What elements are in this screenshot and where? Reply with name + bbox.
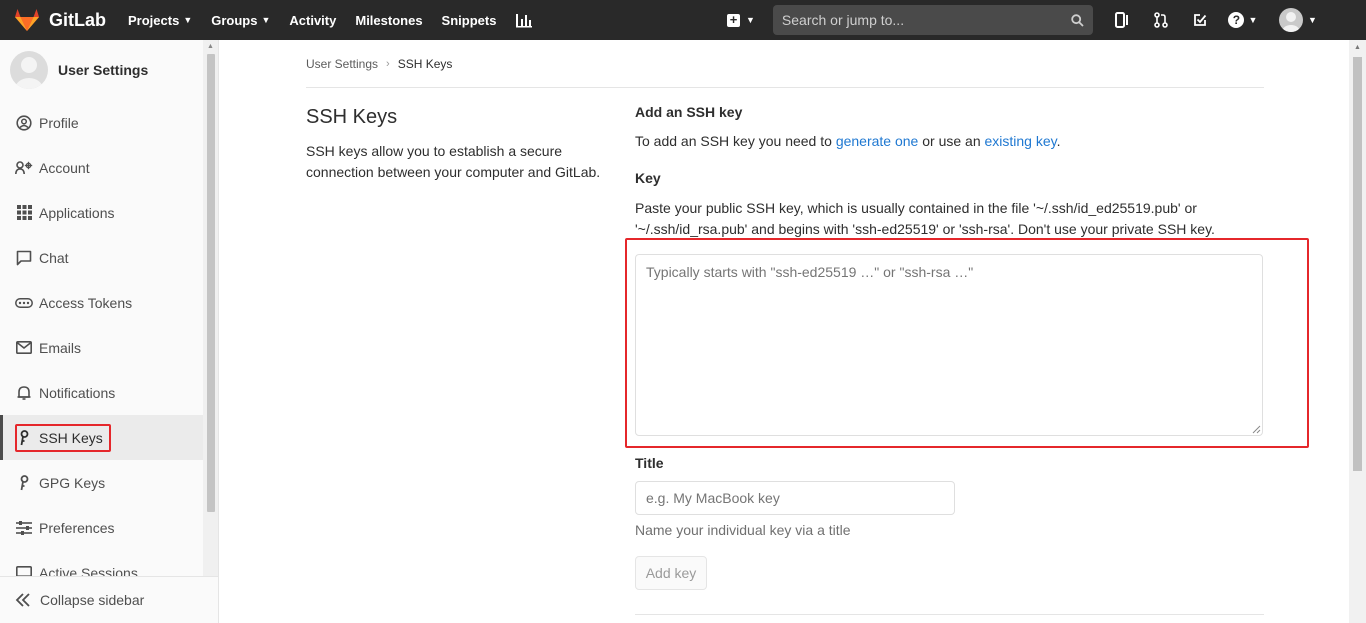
sidebar-item-account[interactable]: Account <box>0 145 204 190</box>
avatar <box>1278 8 1303 32</box>
gitlab-tanuki-icon <box>15 9 39 31</box>
settings-sidebar: User Settings Profile Account Applicatio… <box>0 40 219 623</box>
app-name: GitLab <box>49 9 106 30</box>
double-chevron-left-icon <box>15 593 31 607</box>
emails-icon <box>15 339 33 357</box>
key-help-text: Paste your public SSH key, which is usua… <box>635 200 1215 237</box>
title-input[interactable] <box>635 481 955 515</box>
chevron-down-icon: ▼ <box>1248 15 1258 25</box>
highlight-box <box>15 424 111 452</box>
new-dropdown-button[interactable]: + ▼ <box>727 13 755 27</box>
active-indicator <box>0 415 3 460</box>
avatar <box>10 51 48 89</box>
add-key-button[interactable]: Add key <box>635 556 707 590</box>
sidebar-item-label: Applications <box>39 204 115 221</box>
intro-text: To add an SSH key you need to <box>635 133 836 149</box>
gitlab-logo[interactable]: GitLab <box>14 8 106 32</box>
notifications-icon <box>15 384 33 402</box>
sidebar-scroll-thumb[interactable] <box>207 54 215 512</box>
help-dropdown[interactable]: ? ▼ <box>1228 9 1258 31</box>
nav-snippets-label: Snippets <box>441 12 497 28</box>
analytics-chart-icon[interactable] <box>515 12 533 28</box>
plus-icon: + <box>727 13 740 27</box>
sidebar-item-label: Chat <box>39 249 69 266</box>
sidebar-header[interactable]: User Settings <box>10 51 148 89</box>
nav-activity[interactable]: Activity <box>289 13 336 28</box>
sidebar-title: User Settings <box>58 62 149 78</box>
chevron-down-icon: ▼ <box>1307 15 1317 25</box>
collapse-sidebar-button[interactable]: Collapse sidebar <box>0 576 218 623</box>
title-hint: Name your individual key via a title <box>635 522 851 538</box>
sidebar-item-label: Account <box>39 159 90 176</box>
scroll-up-arrow-icon[interactable]: ▲ <box>207 43 214 50</box>
page-description: SSH keys allow you to establish a secure… <box>306 143 601 180</box>
intro-text: . <box>1056 133 1061 149</box>
applications-icon <box>15 204 33 222</box>
sidebar-item-gpg-keys[interactable]: GPG Keys <box>0 460 204 505</box>
help-icon: ? <box>1228 12 1245 28</box>
sidebar-item-label: Access Tokens <box>39 294 133 311</box>
sidebar-item-applications[interactable]: Applications <box>0 190 204 235</box>
highlight-box <box>625 238 1309 448</box>
divider <box>635 614 1264 615</box>
sidebar-item-notifications[interactable]: Notifications <box>0 370 204 415</box>
sidebar-item-label: Preferences <box>39 519 115 536</box>
sidebar-item-label: Profile <box>39 114 79 131</box>
page-scrollbar[interactable]: ▲ <box>1349 40 1366 623</box>
intro-text: or use an <box>918 133 985 149</box>
chevron-down-icon: ▼ <box>261 15 271 25</box>
nav-projects[interactable]: Projects ▼ <box>128 13 192 28</box>
todo-icon[interactable] <box>1189 9 1211 31</box>
sidebar-item-emails[interactable]: Emails <box>0 325 204 370</box>
section-title: Add an SSH key <box>635 104 743 120</box>
search-placeholder: Search or jump to... <box>781 12 905 28</box>
generate-one-link[interactable]: generate one <box>836 133 919 149</box>
access-tokens-icon <box>15 294 33 312</box>
title-label: Title <box>635 455 664 471</box>
merge-request-icon[interactable] <box>1150 9 1172 31</box>
chevron-down-icon: ▼ <box>183 15 193 25</box>
profile-icon <box>15 114 33 132</box>
search-icon <box>1071 13 1084 27</box>
nav-groups[interactable]: Groups ▼ <box>211 13 270 28</box>
preferences-icon <box>15 519 33 537</box>
chevron-right-icon: › <box>386 58 390 70</box>
nav-milestones[interactable]: Milestones <box>355 13 422 28</box>
sidebar-item-profile[interactable]: Profile <box>0 100 204 145</box>
page-title: SSH Keys <box>306 106 398 128</box>
sidebar-scrollbar[interactable]: ▲ <box>203 40 218 576</box>
sidebar-item-access-tokens[interactable]: Access Tokens <box>0 280 204 325</box>
chat-icon <box>15 249 33 267</box>
account-icon <box>15 159 33 177</box>
key-label: Key <box>635 170 661 186</box>
key-icon <box>15 474 33 492</box>
nav-activity-label: Activity <box>289 12 337 28</box>
issues-icon[interactable] <box>1111 9 1133 31</box>
sidebar-item-label: Emails <box>39 339 82 356</box>
sidebar-item-chat[interactable]: Chat <box>0 235 204 280</box>
chevron-down-icon: ▼ <box>746 15 755 25</box>
search-input[interactable]: Search or jump to... <box>772 5 1093 35</box>
breadcrumb: User Settings › SSH Keys <box>306 57 452 71</box>
breadcrumb-current[interactable]: SSH Keys <box>398 57 453 71</box>
user-menu[interactable]: ▼ <box>1278 8 1317 32</box>
nav-milestones-label: Milestones <box>355 12 423 28</box>
scroll-up-arrow-icon[interactable]: ▲ <box>1354 44 1361 51</box>
sidebar-item-label: GPG Keys <box>39 474 106 491</box>
existing-key-link[interactable]: existing key <box>985 133 1057 149</box>
sidebar-item-preferences[interactable]: Preferences <box>0 505 204 550</box>
collapse-sidebar-label: Collapse sidebar <box>40 592 145 608</box>
nav-groups-label: Groups <box>211 12 258 28</box>
page-scroll-thumb[interactable] <box>1353 57 1362 471</box>
divider <box>306 87 1264 88</box>
nav-snippets[interactable]: Snippets <box>442 13 497 28</box>
top-navbar: GitLab Projects ▼ Groups ▼ Activity Milest… <box>0 0 1366 40</box>
sidebar-item-label: Notifications <box>39 384 116 401</box>
nav-projects-label: Projects <box>128 12 180 28</box>
section-intro: To add an SSH key you need to generate o… <box>635 133 1061 149</box>
breadcrumb-parent[interactable]: User Settings <box>306 57 378 71</box>
